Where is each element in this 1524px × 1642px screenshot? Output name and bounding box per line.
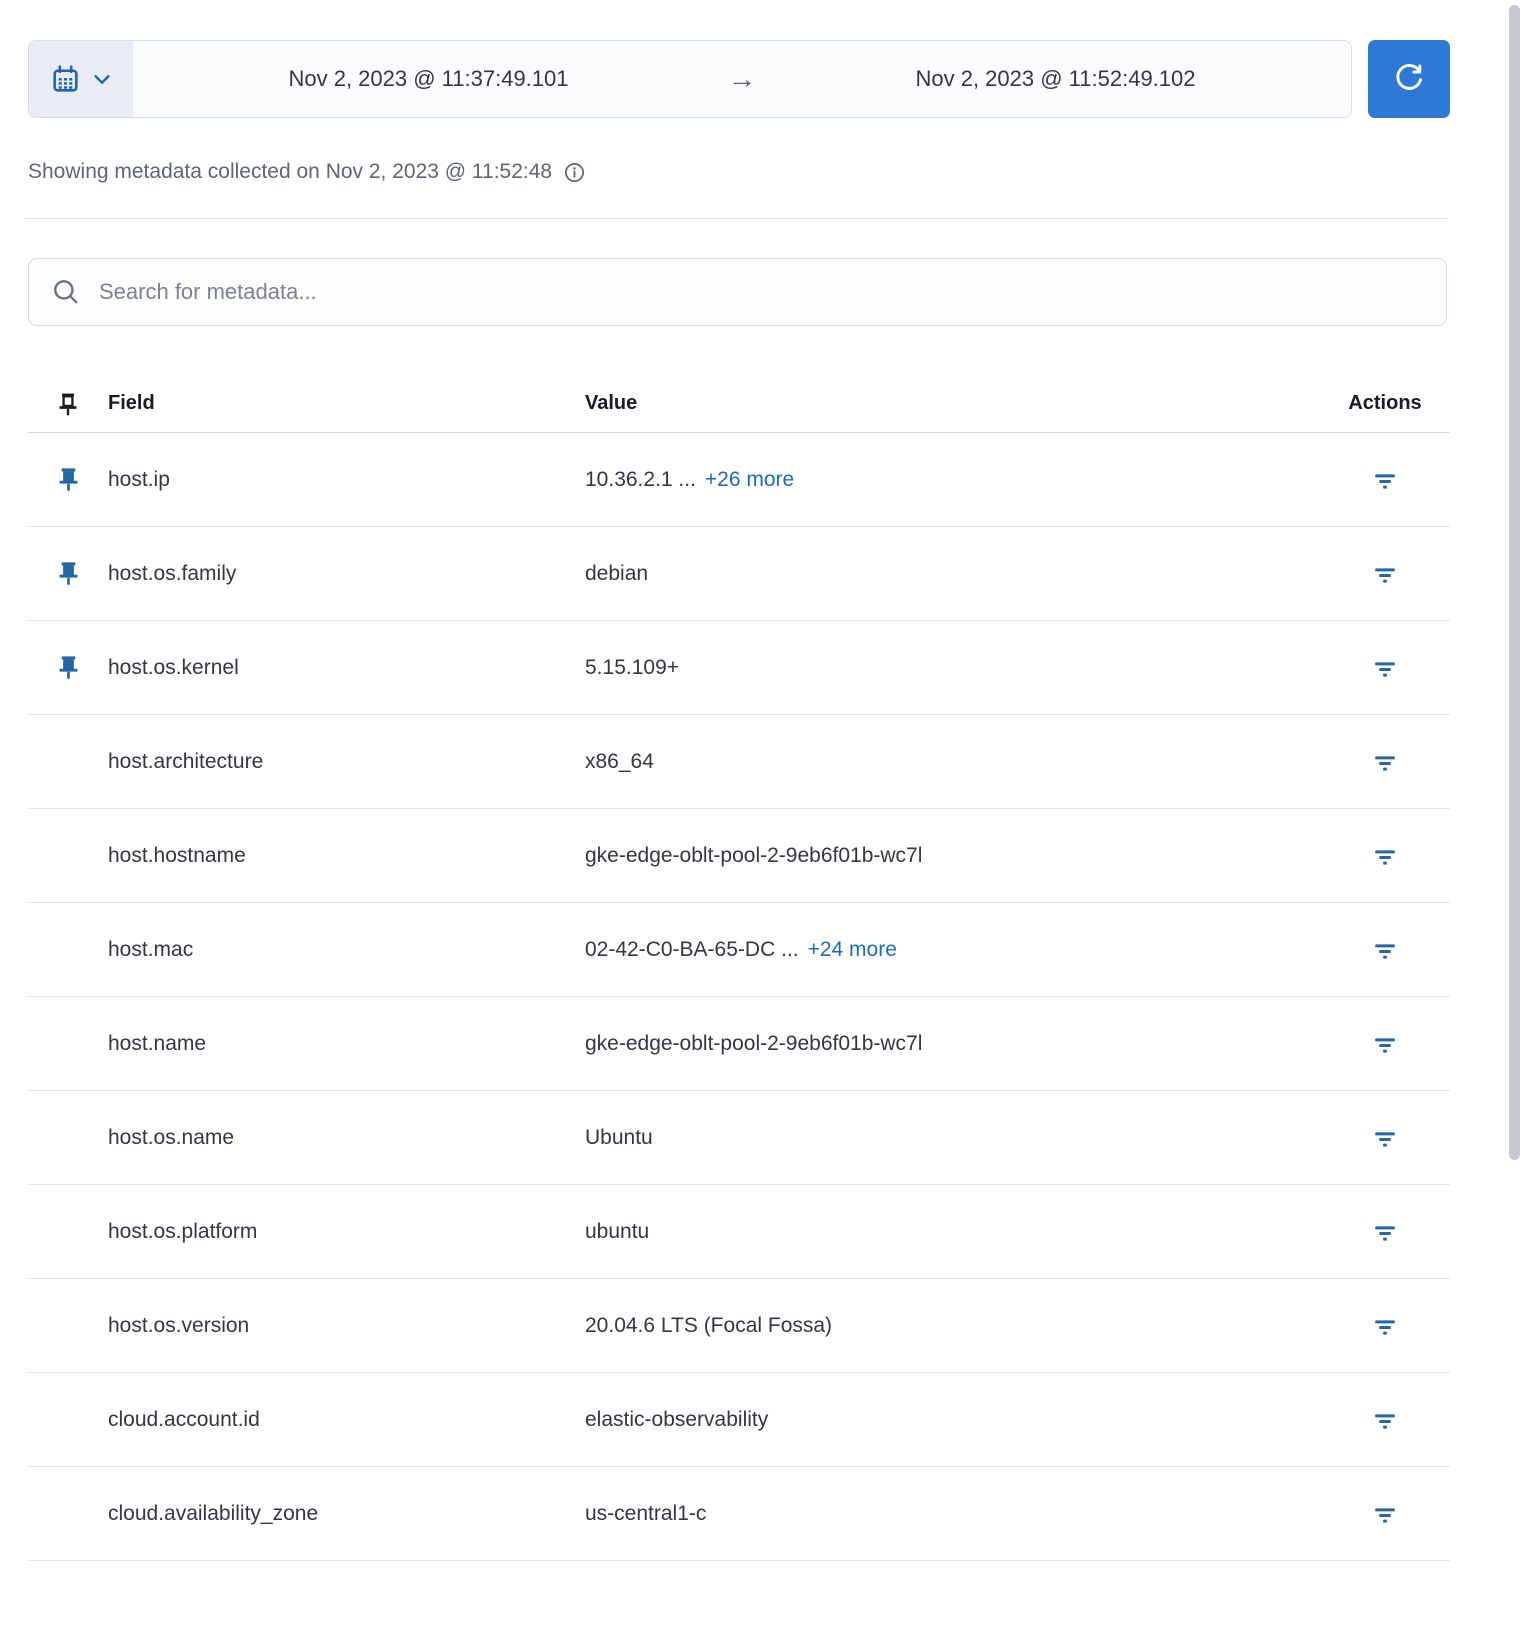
field-name: host.mac [108,937,194,961]
filter-action-icon[interactable] [1364,1305,1406,1347]
field-name: host.hostname [108,843,246,867]
arrow-right-icon: → [728,63,756,94]
pinned-icon[interactable] [46,551,91,596]
filter-action-icon[interactable] [1364,647,1406,689]
table-row: host.hostname gke-edge-oblt-pool-2-9eb6f… [28,809,1450,903]
info-icon[interactable] [563,161,586,184]
field-name: host.os.version [108,1313,250,1337]
calendar-icon [49,63,82,96]
metadata-table: Field Value Actions host.ip 10.36.2.1 ..… [28,375,1450,1561]
filter-action-icon[interactable] [1364,835,1406,877]
field-name: cloud.account.id [108,1407,260,1431]
field-name: host.ip [108,467,170,491]
date-quick-select-button[interactable] [29,41,133,117]
value-column-header: Value [585,392,638,414]
refresh-icon [1391,61,1427,97]
field-name: host.os.family [108,561,237,585]
search-input[interactable] [99,279,1424,305]
field-value: debian [585,561,649,585]
metadata-panel: Nov 2, 2023 @ 11:37:49.101 → Nov 2, 2023… [0,0,1524,1642]
field-value: x86_64 [585,749,654,773]
table-row: host.ip 10.36.2.1 ... +26 more [28,433,1450,527]
field-value: elastic-observability [585,1407,769,1431]
metadata-collected-text: Showing metadata collected on Nov 2, 202… [28,160,553,183]
metadata-table-header: Field Value Actions [28,375,1450,433]
filter-action-icon[interactable] [1364,1023,1406,1065]
metadata-search-box [28,258,1447,326]
pinned-icon[interactable] [46,457,91,502]
filter-action-icon[interactable] [1364,553,1406,595]
field-name: host.os.platform [108,1219,258,1243]
search-icon [51,277,81,307]
field-value: us-central1-c [585,1501,707,1525]
table-row: host.mac 02-42-C0-BA-65-DC ... +24 more [28,903,1450,997]
more-values-link[interactable]: +26 more [705,468,794,492]
filter-action-icon[interactable] [1364,929,1406,971]
end-date-button[interactable]: Nov 2, 2023 @ 11:52:49.102 [760,41,1351,117]
section-divider [25,218,1447,219]
refresh-button[interactable] [1368,40,1450,118]
field-name: host.architecture [108,749,264,773]
field-value: ubuntu [585,1219,650,1243]
field-value: 20.04.6 LTS (Focal Fossa) [585,1313,833,1337]
metadata-table-body: host.ip 10.36.2.1 ... +26 more host.os.f… [28,433,1450,1561]
filter-action-icon[interactable] [1364,459,1406,501]
field-column-header: Field [108,392,155,414]
filter-action-icon[interactable] [1364,1399,1406,1441]
actions-column-header: Actions [1348,392,1422,414]
table-row: host.architecture x86_64 [28,715,1450,809]
table-row: host.os.family debian [28,527,1450,621]
filter-action-icon[interactable] [1364,1117,1406,1159]
field-value: 02-42-C0-BA-65-DC ... [585,937,799,961]
table-row: host.os.name Ubuntu [28,1091,1450,1185]
table-row: host.os.version 20.04.6 LTS (Focal Fossa… [28,1279,1450,1373]
pin-column-icon [52,388,84,420]
field-name: host.os.kernel [108,655,239,679]
field-name: cloud.availability_zone [108,1501,319,1525]
metadata-collected-note: Showing metadata collected on Nov 2, 202… [28,160,586,184]
field-value: 5.15.109+ [585,655,680,679]
field-value: gke-edge-oblt-pool-2-9eb6f01b-wc7l [585,843,923,867]
table-row: cloud.account.id elastic-observability [28,1373,1450,1467]
pinned-icon[interactable] [46,645,91,690]
field-name: host.os.name [108,1125,235,1149]
table-row: host.os.kernel 5.15.109+ [28,621,1450,715]
time-range-bar: Nov 2, 2023 @ 11:37:49.101 → Nov 2, 2023… [28,40,1450,118]
chevron-down-icon [91,68,113,90]
field-value: gke-edge-oblt-pool-2-9eb6f01b-wc7l [585,1031,923,1055]
field-name: host.name [108,1031,207,1055]
field-value: Ubuntu [585,1125,653,1149]
super-date-picker: Nov 2, 2023 @ 11:37:49.101 → Nov 2, 2023… [28,40,1352,118]
table-row: cloud.availability_zone us-central1-c [28,1467,1450,1561]
table-row: host.os.platform ubuntu [28,1185,1450,1279]
filter-action-icon[interactable] [1364,1211,1406,1253]
start-date-button[interactable]: Nov 2, 2023 @ 11:37:49.101 [133,41,724,117]
filter-action-icon[interactable] [1364,1493,1406,1535]
filter-action-icon[interactable] [1364,741,1406,783]
table-row: host.name gke-edge-oblt-pool-2-9eb6f01b-… [28,997,1450,1091]
vertical-scrollbar-thumb[interactable] [1509,5,1520,1160]
more-values-link[interactable]: +24 more [808,938,897,962]
field-value: 10.36.2.1 ... [585,467,696,491]
